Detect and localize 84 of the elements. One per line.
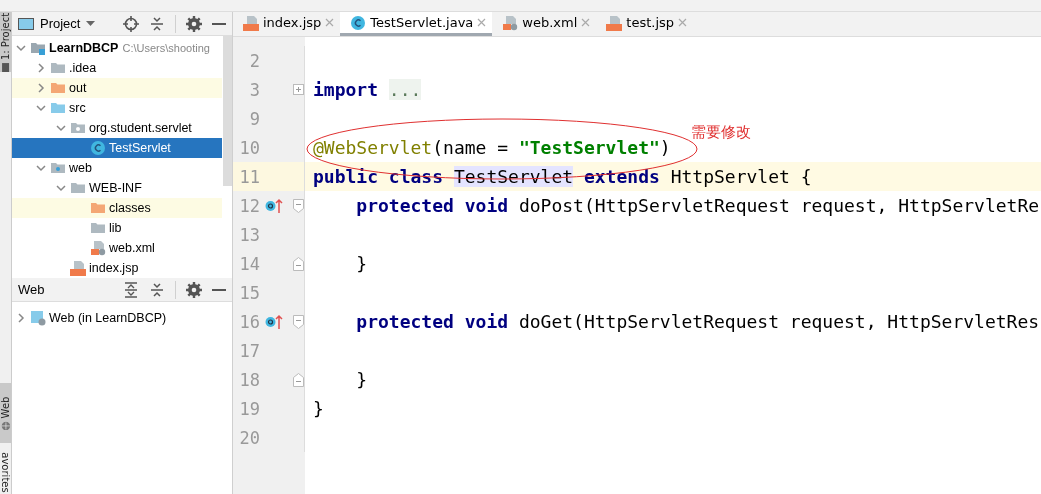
line-number: 17 (238, 340, 260, 361)
code-line: import ... (312, 79, 422, 100)
override-marker-icon[interactable] (265, 197, 283, 214)
web-facet-icon (30, 310, 46, 326)
expand-all-icon[interactable] (123, 281, 139, 298)
fold-collapse-icon[interactable] (293, 314, 304, 329)
line-number: 2 (248, 50, 260, 71)
panel-title: Web (18, 282, 45, 297)
close-icon[interactable] (477, 18, 487, 27)
locate-icon[interactable] (123, 15, 139, 32)
close-icon[interactable] (581, 18, 591, 27)
editor-tab[interactable]: web.xml (492, 12, 597, 36)
tree-item[interactable]: index.jsp (12, 258, 222, 278)
tree-item[interactable]: classes (12, 198, 222, 218)
folder-icon (90, 200, 106, 216)
tool-window-tab[interactable]: Web (0, 383, 11, 443)
override-marker-icon[interactable] (265, 313, 283, 330)
panel-title[interactable]: Project (18, 16, 96, 31)
collapse-all-icon[interactable] (149, 15, 165, 32)
module-icon (30, 40, 46, 56)
fold-collapse-icon[interactable] (293, 198, 304, 213)
code-line: } (355, 253, 368, 274)
editor-tab[interactable]: TestServlet.java (340, 12, 493, 36)
editor-tab[interactable]: test.jsp (596, 12, 694, 36)
fold-end-icon[interactable] (293, 372, 304, 387)
xml-file-icon (502, 14, 519, 31)
line-number: 9 (248, 108, 260, 129)
xml-file-icon (90, 240, 106, 256)
tree-item[interactable]: org.student.servlet (12, 118, 222, 138)
tree-item[interactable]: web.xml (12, 238, 222, 258)
settings-icon[interactable] (186, 281, 202, 298)
tree-item[interactable]: LearnDBCP C:\Users\shooting (12, 38, 222, 58)
dropdown-caret-icon (86, 20, 96, 27)
panel-icon (18, 16, 34, 31)
editor-tab[interactable]: index.jsp (233, 12, 341, 36)
close-icon[interactable] (325, 18, 335, 27)
tree-item[interactable]: out (12, 78, 222, 98)
collapse-all-icon[interactable] (149, 281, 165, 298)
line-number: 15 (238, 282, 260, 303)
line-number: 18 (238, 369, 260, 390)
code-line: } (312, 398, 324, 419)
line-number: 20 (238, 427, 260, 448)
code-line: protected void doPost(HttpServletRequest request, HttpServletRe (355, 195, 1040, 216)
line-number: 3 (248, 79, 260, 100)
tree-item[interactable]: TestServlet (12, 138, 222, 158)
fold-end-icon[interactable] (293, 256, 304, 271)
package-icon (70, 120, 86, 136)
code-line: @WebServlet(name = "TestServlet") (312, 137, 671, 158)
line-number: 10 (238, 137, 260, 158)
scrollbar[interactable] (223, 36, 232, 186)
line-number: 13 (238, 224, 260, 245)
path-hint: C:\Users\shooting (122, 42, 210, 54)
tool-window-tab[interactable]: 1: Project (0, 12, 11, 72)
code-line: protected void doGet(HttpServletRequest request, HttpServletRes (355, 311, 1040, 332)
line-number: 16 (238, 311, 260, 332)
line-number: 19 (238, 398, 260, 419)
web-folder-icon (50, 160, 66, 176)
annotation-note: 需要修改 (691, 123, 751, 142)
tree-item[interactable]: web (12, 158, 222, 178)
folder-icon (70, 180, 86, 196)
jsp-file-icon (606, 14, 623, 31)
line-number: 14 (238, 253, 260, 274)
tree-item[interactable]: WEB-INF (12, 178, 222, 198)
jsp-file-icon (70, 260, 86, 276)
folder-icon (1, 62, 10, 72)
close-icon[interactable] (678, 18, 688, 27)
jsp-file-icon (243, 14, 259, 31)
settings-icon[interactable] (186, 15, 202, 32)
tree-item[interactable]: src (12, 98, 222, 118)
line-number: 11 (238, 166, 260, 187)
class-icon (350, 14, 367, 31)
fold-expand-icon[interactable] (293, 84, 304, 95)
folder-icon (50, 100, 66, 116)
code-line: } (355, 369, 368, 390)
class-icon (90, 140, 106, 156)
folder-icon (50, 80, 66, 96)
tree-item[interactable]: lib (12, 218, 222, 238)
globe-icon (1, 420, 10, 430)
tool-window-tab[interactable]: avorites (0, 450, 11, 494)
tree-item[interactable]: Web (in LearnDBCP) (12, 308, 232, 328)
tree-item[interactable]: .idea (12, 58, 222, 78)
folder-icon (90, 220, 106, 236)
line-number: 12 (238, 195, 260, 216)
folder-icon (50, 60, 66, 76)
